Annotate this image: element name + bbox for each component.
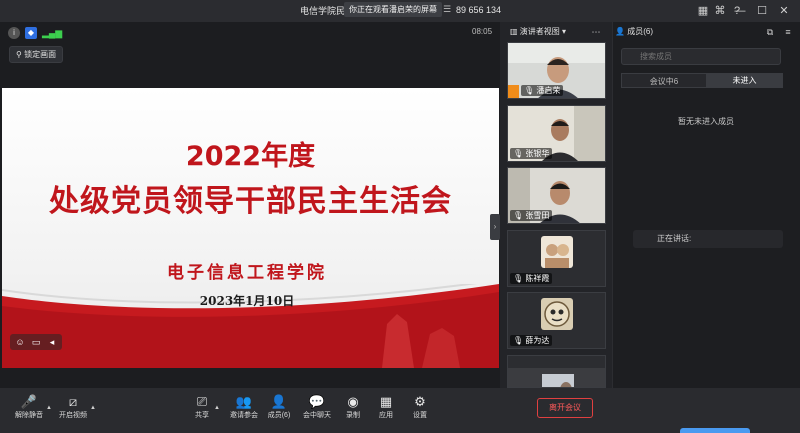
- share-screen-icon: ⎚: [196, 394, 208, 409]
- apps-button[interactable]: ▦ 应用: [374, 394, 398, 426]
- members-button[interactable]: 👤 成员(6): [264, 394, 294, 426]
- tile-name: 🎙 潘启荣: [521, 85, 564, 96]
- empty-state-text: 暂无未进入成员: [678, 117, 734, 126]
- maximize-button[interactable]: ☐: [754, 3, 770, 19]
- speaker-view-icon: ▥: [510, 27, 518, 36]
- screen-share-banner[interactable]: 你正在观看潘启荣的屏幕: [344, 2, 442, 17]
- add-user-icon: 👥: [235, 394, 253, 409]
- invite-button[interactable]: 👥 邀请参会: [226, 394, 262, 426]
- taskbar-indicator: [680, 428, 750, 433]
- window-title: 电信学院民: [300, 6, 346, 16]
- tile-name: 🎙 张雪田: [510, 210, 553, 221]
- lock-view-button[interactable]: ⚲ 锁定画面: [9, 46, 64, 63]
- tab-not-joined[interactable]: 未进入: [706, 73, 783, 88]
- meeting-id: 89 656 134: [456, 5, 502, 15]
- members-icon: 👤: [270, 394, 288, 409]
- share-button[interactable]: ⎚ 共享: [190, 394, 214, 426]
- gear-icon: ⚙: [414, 394, 426, 409]
- video-tile[interactable]: 🎙 陈祥霞: [507, 230, 606, 287]
- chevron-up-icon[interactable]: ▲: [46, 405, 52, 411]
- chat-icon: 💬: [308, 394, 326, 409]
- member-search-input[interactable]: [621, 48, 781, 65]
- video-tile[interactable]: 🎙 张银华: [507, 105, 606, 162]
- speaker-view-toggle[interactable]: ▥ 演讲者视图 ▾: [510, 26, 566, 37]
- tile-name: 🎙 薛为达: [510, 335, 553, 346]
- participant-avatar: [541, 236, 573, 268]
- video-tile[interactable]: [507, 355, 606, 388]
- slide-date: 2023年1月10日: [199, 294, 295, 308]
- apps-icon: ▦: [379, 394, 393, 409]
- slide-organization: 电子信息工程学院: [167, 263, 327, 283]
- popout-icon[interactable]: ⧉: [762, 24, 778, 40]
- close-button[interactable]: ✕: [776, 3, 792, 19]
- start-video-button[interactable]: ⧄ 开启视频: [56, 394, 90, 426]
- emoji-icon[interactable]: ☺: [13, 334, 27, 350]
- info-icon[interactable]: i: [8, 27, 20, 39]
- meeting-timer: 08:05: [472, 27, 493, 36]
- video-tile[interactable]: 🎙 潘启荣: [507, 42, 606, 99]
- record-button[interactable]: ◉ 录制: [341, 394, 365, 426]
- active-speaker-badge: [508, 85, 519, 98]
- minimize-button[interactable]: —: [732, 3, 748, 19]
- chevron-down-icon: ▾: [562, 27, 567, 36]
- translate-icon[interactable]: ⌘: [712, 3, 728, 19]
- comment-icon[interactable]: ▭: [29, 334, 43, 350]
- unmute-button[interactable]: 🎤 解除静音: [12, 394, 46, 426]
- shared-slide: 2022年度 处级党员领导干部民主生活会 电子信息工程学院 2023年1月10日…: [2, 88, 499, 368]
- grid-view-icon[interactable]: ▦: [695, 3, 711, 19]
- lock-view-label: 锁定画面: [24, 50, 57, 59]
- speaking-indicator: 正在讲话:: [633, 230, 783, 248]
- meeting-id-icon: ☰: [443, 4, 452, 14]
- shield-icon[interactable]: ◆: [25, 27, 37, 39]
- mic-off-icon: 🎤: [20, 394, 38, 409]
- video-tile[interactable]: 🎙 张雪田: [507, 167, 606, 224]
- menu-icon[interactable]: ≡: [780, 24, 796, 40]
- video-tile[interactable]: 🎙 薛为达: [507, 292, 606, 349]
- camera-off-icon: ⧄: [68, 394, 78, 409]
- chat-button[interactable]: 💬 会中聊天: [300, 394, 334, 426]
- settings-button[interactable]: ⚙ 设置: [408, 394, 432, 426]
- participant-avatar: [541, 298, 573, 330]
- chevron-up-icon[interactable]: ▲: [214, 405, 220, 411]
- signal-icon: ▂▄▆: [42, 28, 63, 38]
- record-icon: ◉: [347, 394, 359, 409]
- tab-in-meeting[interactable]: 会议中6: [621, 73, 707, 88]
- leave-meeting-button[interactable]: 离开会议: [537, 398, 593, 418]
- tile-name: 🎙 陈祥霞: [510, 273, 553, 284]
- member-icon: 👤: [615, 27, 625, 36]
- collapse-left-icon[interactable]: ◂: [45, 334, 59, 350]
- pin-icon: ⚲: [16, 50, 22, 59]
- more-icon[interactable]: ⋯: [588, 24, 604, 40]
- slide-year-title: 2022年度: [185, 141, 316, 172]
- member-panel-title: 👤 成员(6): [615, 27, 653, 36]
- collapse-video-handle[interactable]: ›: [490, 214, 500, 240]
- meeting-toolbar: [0, 388, 800, 433]
- participant-video: [508, 368, 605, 387]
- chevron-up-icon[interactable]: ▲: [90, 405, 96, 411]
- slide-annotation-tools[interactable]: ☺ ▭ ◂: [10, 334, 62, 350]
- meeting-window: 电信学院民 你正在观看潘启荣的屏幕 ☰ 89 656 134 ▦ ⌘ ? — ☐…: [0, 0, 800, 433]
- tile-name: 🎙 张银华: [510, 148, 553, 159]
- slide-main-title: 处级党员领导干部民主生活会: [49, 184, 452, 219]
